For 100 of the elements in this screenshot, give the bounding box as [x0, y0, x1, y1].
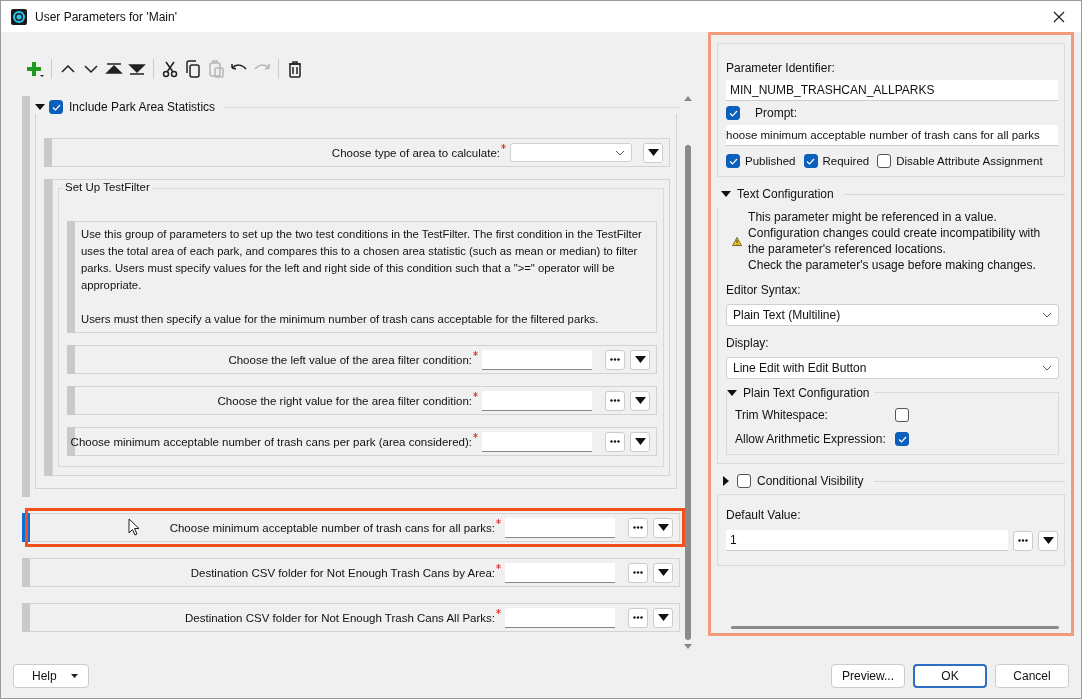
section-title: Conditional Visibility — [757, 474, 864, 488]
menu-button[interactable] — [630, 349, 650, 370]
checkbox[interactable] — [895, 432, 909, 446]
dialog-button[interactable]: Cancel — [995, 664, 1069, 688]
default-value-field[interactable]: 1 — [726, 530, 1008, 551]
drag-handle[interactable] — [44, 179, 52, 476]
scroll-down-icon[interactable] — [684, 644, 692, 649]
chevron-down-icon — [615, 149, 625, 156]
chevron-down-icon — [1042, 312, 1052, 318]
ellipsis-icon — [610, 358, 620, 361]
drag-handle[interactable] — [44, 138, 52, 167]
check-icon — [806, 156, 815, 166]
prompt-checkbox[interactable] — [726, 106, 740, 120]
triangle-down-icon — [647, 149, 659, 156]
dialog-button[interactable]: OK — [913, 664, 987, 688]
display-dropdown[interactable]: Line Edit with Edit Button — [726, 357, 1059, 379]
triangle-down-icon — [634, 397, 646, 404]
ellipsis-button[interactable] — [605, 349, 625, 370]
ellipsis-button[interactable] — [605, 431, 625, 452]
ellipsis-button[interactable] — [628, 562, 648, 583]
drag-handle[interactable] — [67, 386, 75, 415]
value-field[interactable] — [505, 517, 615, 538]
mouse-cursor-icon — [128, 518, 140, 536]
prompt-field[interactable]: hoose minimum acceptable number of trash cans for all parks — [726, 125, 1058, 146]
identifier-field[interactable]: MIN_NUMB_TRASHCAN_ALLPARKS — [726, 80, 1058, 101]
value-field[interactable] — [482, 431, 592, 452]
value-field[interactable] — [482, 349, 592, 370]
checkbox[interactable] — [877, 154, 892, 168]
caret-icon — [70, 674, 78, 678]
checkbox-label: Required — [822, 155, 870, 167]
parameter-label: Choose minimum acceptable number of trash cans for all parks: — [169, 521, 495, 534]
expand-arrow-icon[interactable] — [727, 388, 737, 398]
value-field[interactable] — [505, 607, 615, 628]
parameter-label: Choose minimum acceptable number of trash cans per park (area considered): — [70, 435, 472, 448]
parameter-label: Choose the left value of the area filter condition: — [228, 353, 472, 366]
checkbox-label: Prompt: — [755, 106, 797, 120]
field-label: Editor Syntax: — [726, 283, 802, 297]
drag-handle[interactable] — [67, 221, 75, 333]
warning-text: This parameter might be referenced in a value. Configuration changes could create incompatibility with the parameter's referenced locations. Check the parameter's usage before making changes. — [748, 209, 1042, 273]
triangle-down-icon — [634, 438, 646, 445]
menu-button[interactable] — [630, 390, 650, 411]
parameter-label: Destination CSV folder for Not Enough Trash Cans All Parks: — [185, 611, 495, 624]
app-icon — [11, 8, 27, 25]
option-label: Trim Whitespace: — [735, 408, 829, 422]
ellipsis-icon — [610, 399, 620, 402]
triangle-down-icon — [657, 569, 669, 576]
cut-icon[interactable] — [161, 60, 179, 78]
add-icon[interactable] — [26, 60, 44, 78]
checkbox[interactable] — [726, 154, 740, 168]
check-icon — [51, 102, 61, 112]
menu-button[interactable] — [1038, 530, 1058, 551]
checkbox[interactable] — [895, 408, 909, 422]
menu-button[interactable] — [653, 607, 673, 628]
menu-button[interactable] — [630, 431, 650, 452]
ellipsis-button[interactable] — [605, 390, 625, 411]
delete-icon[interactable] — [286, 60, 304, 78]
drag-handle[interactable] — [22, 513, 30, 542]
editor-syntax-dropdown[interactable]: Plain Text (Multiline) — [726, 304, 1059, 326]
triangle-down-icon — [657, 524, 669, 531]
ellipsis-icon — [633, 616, 643, 619]
ellipsis-button[interactable] — [628, 607, 648, 628]
parameter-label: Choose the right value for the area filter condition: — [217, 394, 472, 407]
ellipsis-icon — [610, 440, 620, 443]
field-label: Parameter Identifier: — [726, 61, 836, 75]
vertical-scrollbar[interactable] — [682, 94, 694, 651]
section-title: Set Up TestFilter — [63, 181, 152, 193]
group-checkbox[interactable] — [49, 100, 63, 114]
close-icon[interactable] — [1053, 10, 1065, 23]
description-text: Use this group of parameters to set up the two test conditions in the TestFilter. The first condition in the TestFilter uses the total area of each park, and compares this to a chosen area statistic (such as mean or median) to filter parks. Users must specify values for the left and right side of this condition such that a ">=" operator will be appropriate. Users must then specify a value for the minimum number of trash cans acceptable for the filtered parks. — [75, 221, 657, 333]
drag-handle[interactable] — [67, 345, 75, 374]
parameter-label: Destination CSV folder for Not Enough Trash Cans by Area: — [190, 566, 495, 579]
dialog-button[interactable]: Preview... — [830, 664, 905, 688]
value-field[interactable] — [482, 390, 592, 411]
check-icon — [728, 108, 738, 118]
expand-arrow-icon[interactable] — [721, 189, 731, 199]
drag-handle[interactable] — [22, 603, 30, 632]
drag-handle[interactable] — [22, 558, 30, 587]
scroll-up-icon[interactable] — [684, 96, 692, 101]
section-title: Text Configuration — [737, 187, 834, 201]
check-icon — [897, 434, 907, 444]
ellipsis-icon — [1018, 539, 1028, 542]
checkbox[interactable] — [803, 154, 818, 168]
triangle-down-icon — [1042, 537, 1054, 544]
ellipsis-icon — [633, 571, 643, 574]
checkbox[interactable] — [737, 474, 751, 488]
menu-button[interactable] — [653, 517, 673, 538]
ellipsis-button[interactable] — [1013, 530, 1033, 551]
expand-arrow-icon[interactable] — [721, 476, 731, 486]
value-field[interactable] — [505, 562, 615, 583]
expand-arrow-icon[interactable] — [35, 102, 45, 112]
menu-button[interactable] — [643, 142, 663, 163]
copy-icon[interactable] — [184, 60, 202, 78]
menu-button[interactable] — [653, 562, 673, 583]
parameter-label: Choose type of area to calculate: — [331, 146, 500, 159]
drag-handle[interactable] — [22, 96, 30, 497]
field-label: Display: — [726, 336, 770, 350]
checkbox-label: Published — [745, 155, 796, 167]
ellipsis-button[interactable] — [628, 517, 648, 538]
help-button[interactable]: Help — [13, 664, 89, 688]
triangle-down-icon — [657, 614, 669, 621]
